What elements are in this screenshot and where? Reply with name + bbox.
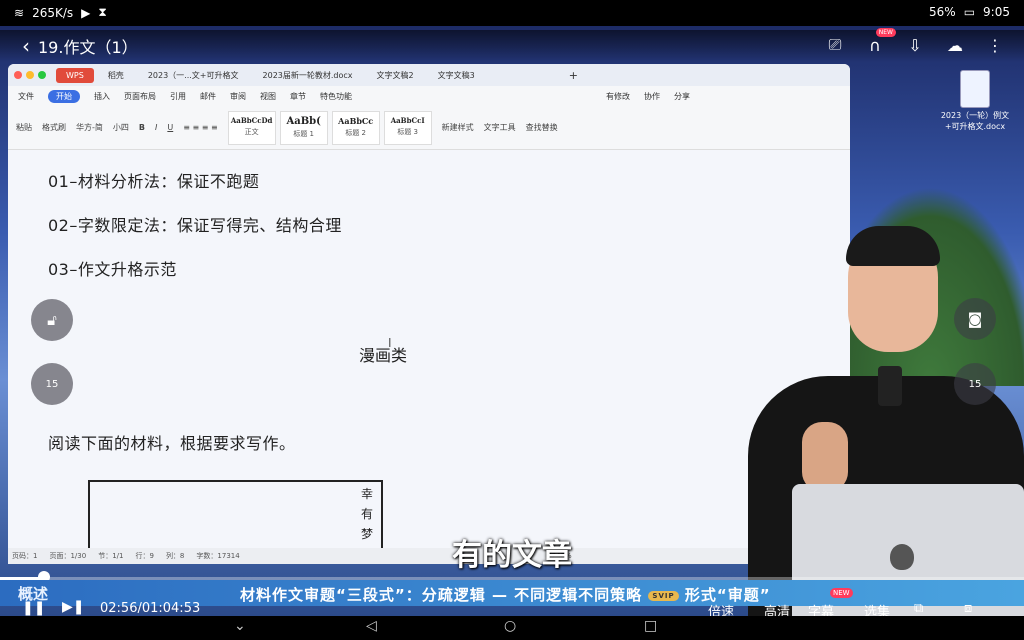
clock: 9:05 [983,5,1010,19]
find-replace-label: 查找替换 [525,123,558,132]
rewind-15-button[interactable]: 15 [31,363,73,405]
battery-icon: ▭ [963,5,976,19]
download-icon[interactable]: ⇩ [904,34,926,56]
close-dot-icon [14,71,22,79]
font-name: 华方-简 [76,123,103,132]
camera-icon: ◙ [967,310,983,328]
android-nav-bar: ⌄ ◁ ○ □ [0,616,1024,640]
text-tools-label: 文字工具 [483,123,516,132]
menu-insert: 插入 [94,91,110,101]
docx-file-icon [960,70,990,108]
microphone [878,366,902,406]
bold-icon: B [138,123,145,132]
hourglass-icon: ⧗ [98,5,107,19]
fullscreen-icon[interactable]: ⧈ [964,601,972,616]
tab-doc-1: 2023（一...文+可升格文 [147,70,239,80]
forward-icon: 15 [968,378,982,390]
tv-cast-icon[interactable]: ⎚ [824,34,846,56]
chevron-left-icon: ‹ [22,34,30,58]
nav-home-icon[interactable]: ○ [504,618,516,634]
maximize-dot-icon [38,71,46,79]
window-controls [14,71,46,79]
net-speed: 265K/s [32,5,74,20]
player-top-icons: ⎚ ∩ NEW ⇩ ☁ ⋮ [824,28,1006,56]
desktop-file: 2023（一轮）例文+可升格文.docx [940,70,1010,132]
wifi-icon: ≋ [14,5,25,20]
wps-tab-bar: WPS 稻壳 2023（一...文+可升格文 2023届新一轮教材.docx 文… [8,64,850,86]
format-brush-label: 格式刷 [42,123,66,132]
style-normal: AaBbCcDd 正文 [227,110,276,145]
style-gallery: AaBbCcDd 正文 AaBb( 标题 1 AaBbCc 标题 2 AaBbC… [227,110,432,145]
paste-label: 粘贴 [16,123,32,132]
pause-button[interactable]: ❚❚ [22,600,45,616]
presenter-hair [846,226,940,266]
tab-doc-2: 2023届新一轮教材.docx [262,70,353,80]
menu-mail: 邮件 [200,91,216,101]
doc-line-2: 02–字数限定法：保证写得完、结构合理 [48,216,342,235]
next-button[interactable]: ▶❚ [62,599,85,615]
headphones-icon[interactable]: ∩ NEW [864,28,896,56]
wps-menu-bar: 文件 开始 插入 页面布局 引用 邮件 审阅 视图 章节 特色功能 有修改 协作… [8,86,850,106]
menu-review: 审阅 [230,91,246,101]
tab-wps: WPS [56,67,94,83]
wps-ribbon: 粘贴 格式刷 华方-简 小四 B I U ≡ ≡ ≡ ≡ AaBbCcDd 正文… [8,106,850,150]
doc-line-1: 01–材料分析法：保证不跑题 [48,172,260,191]
minimize-dot-icon [26,71,34,79]
video-title: 19.作文（1） [38,38,138,57]
menu-collab: 协作 [644,91,660,101]
nav-collapse-icon[interactable]: ⌄ [234,618,246,634]
screenshot-button[interactable]: ◙ [954,298,996,340]
menu-modified: 有修改 [606,91,630,101]
time-display: 02:56/01:04:53 [100,601,201,616]
menu-share: 分享 [674,91,690,101]
menu-layout: 页面布局 [124,91,156,101]
status-bar: ≋ 265K/s ▶ ⧗ 56% ▭ 9:05 [0,0,1024,26]
nav-back-icon[interactable]: ◁ [366,618,377,634]
video-subtitle: 有的文章 [452,538,572,573]
doc-heading: 漫画类 [358,346,407,365]
tab-doc-4: 文字文稿3 [437,70,475,80]
menu-file: 文件 [18,91,34,101]
style-heading-2: AaBbCc 标题 2 [331,110,380,145]
font-size: 小四 [112,123,129,132]
lock-button[interactable]: 🔓︎ [31,299,73,341]
doc-line-3: 03–作文升格示范 [48,260,177,279]
pip-icon[interactable]: ⧉ [914,601,923,616]
add-tab-icon: + [568,68,578,82]
video-icon: ▶ [81,5,91,20]
style-heading-3: AaBbCcI 标题 3 [383,110,432,145]
italic-icon: I [155,123,158,132]
doc-instruction: 阅读下面的材料，根据要求写作。 [48,434,296,453]
rewind-icon: 15 [45,378,59,390]
more-icon[interactable]: ⋮ [984,34,1006,56]
menu-home: 开始 [48,89,80,103]
new-badge: NEW [875,28,896,37]
menu-features: 特色功能 [320,91,352,101]
back-button[interactable]: ‹ 19.作文（1） [22,34,138,58]
desktop-file-label: 2023（一轮）例文+可升格文.docx [940,111,1010,131]
tab-doc-3: 文字文稿2 [376,70,414,80]
style-heading-1: AaBb( 标题 1 [279,110,328,145]
menu-sections: 章节 [290,91,306,101]
align-icons: ≡ ≡ ≡ ≡ [183,123,218,132]
unlock-icon: 🔓︎ [47,311,57,329]
video-frame[interactable]: 2023（一轮）例文+可升格文.docx WPS 稻壳 2023（一...文+可… [0,26,1024,616]
player-top-bar: ‹ 19.作文（1） ⎚ ∩ NEW ⇩ ☁ ⋮ [0,28,1024,62]
tab-daoke: 稻壳 [107,70,124,80]
menu-view: 视图 [260,91,276,101]
forward-15-button[interactable]: 15 [954,363,996,405]
document-page: 01–材料分析法：保证不跑题 02–字数限定法：保证写得完、结构合理 03–作文… [8,150,850,550]
menu-references: 引用 [170,91,186,101]
caption-new-badge: NEW [830,588,853,598]
battery-percent: 56% [929,5,956,19]
cloud-upload-icon[interactable]: ☁ [944,34,966,56]
wps-window: WPS 稻壳 2023（一...文+可升格文 2023届新一轮教材.docx 文… [8,64,850,564]
new-style-label: 新建样式 [441,123,474,132]
presenter-hand [802,422,848,492]
nav-recents-icon[interactable]: □ [644,618,657,634]
underline-icon: U [167,123,174,132]
